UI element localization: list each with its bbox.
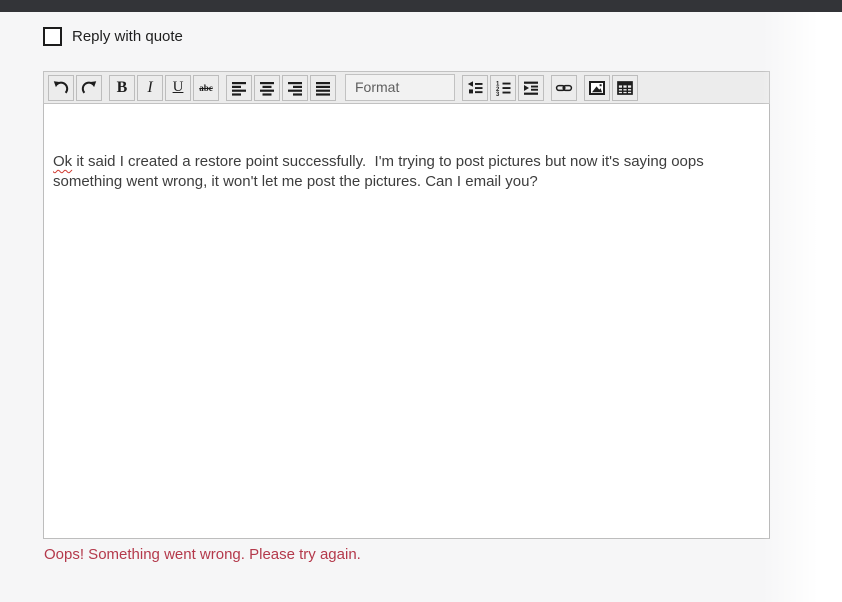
undo-button[interactable]	[48, 74, 74, 101]
redo-icon	[80, 79, 98, 97]
insert-group	[582, 74, 638, 101]
alignment-group	[224, 74, 336, 101]
numbered-list-icon: 1 2 3	[494, 79, 512, 97]
align-center-button[interactable]	[254, 74, 280, 101]
bullet-list-button[interactable]	[462, 74, 488, 101]
link-button[interactable]	[551, 74, 577, 101]
editor-content: Ok it said I created a restore point suc…	[44, 104, 769, 202]
align-center-icon	[258, 79, 276, 97]
history-group	[46, 74, 102, 101]
justify-icon	[314, 79, 332, 97]
image-icon	[588, 79, 606, 97]
reply-with-quote-checkbox[interactable]	[43, 27, 62, 46]
bullet-list-icon	[466, 79, 484, 97]
error-message: Oops! Something went wrong. Please try a…	[44, 546, 361, 563]
indent-button[interactable]	[518, 74, 544, 101]
table-button[interactable]	[612, 74, 638, 101]
svg-text:3: 3	[496, 92, 500, 97]
editor-paragraph: Ok it said I created a restore point suc…	[53, 152, 759, 172]
editor-toolbar: B I U abc Format 1 2 3	[43, 71, 770, 104]
align-left-button[interactable]	[226, 74, 252, 101]
editor-text-line1: it said I created a restore point succes…	[72, 153, 704, 170]
font-style-group: B I U abc	[107, 74, 219, 101]
italic-button[interactable]: I	[137, 74, 163, 101]
list-group: 1 2 3	[460, 74, 544, 101]
italic-icon: I	[147, 78, 153, 96]
align-right-button[interactable]	[282, 74, 308, 101]
link-icon	[555, 79, 573, 97]
reply-with-quote-row: Reply with quote	[43, 27, 183, 46]
align-left-icon	[230, 79, 248, 97]
reply-with-quote-label: Reply with quote	[72, 28, 183, 45]
reply-text-editor[interactable]: Ok it said I created a restore point suc…	[43, 104, 770, 539]
link-group	[549, 74, 577, 101]
justify-button[interactable]	[310, 74, 336, 101]
underline-button[interactable]: U	[165, 74, 191, 101]
editor-text-line2: something went wrong, it won't let me po…	[53, 173, 538, 190]
top-dark-bar	[0, 0, 842, 12]
strikethrough-icon: abc	[199, 82, 213, 93]
align-right-icon	[286, 79, 304, 97]
underline-icon: U	[172, 79, 184, 95]
bold-button[interactable]: B	[109, 74, 135, 101]
indent-icon	[522, 79, 540, 97]
undo-icon	[52, 79, 70, 97]
page-background: Reply with quote B I U abc Format 1 2 3 …	[0, 0, 842, 602]
numbered-list-button[interactable]: 1 2 3	[490, 74, 516, 101]
redo-button[interactable]	[76, 74, 102, 101]
misspelled-word: Ok	[53, 153, 73, 170]
table-icon	[616, 79, 634, 97]
image-button[interactable]	[584, 74, 610, 101]
format-dropdown[interactable]: Format	[345, 74, 455, 101]
bold-icon: B	[116, 78, 128, 96]
strikethrough-button[interactable]: abc	[193, 74, 219, 101]
